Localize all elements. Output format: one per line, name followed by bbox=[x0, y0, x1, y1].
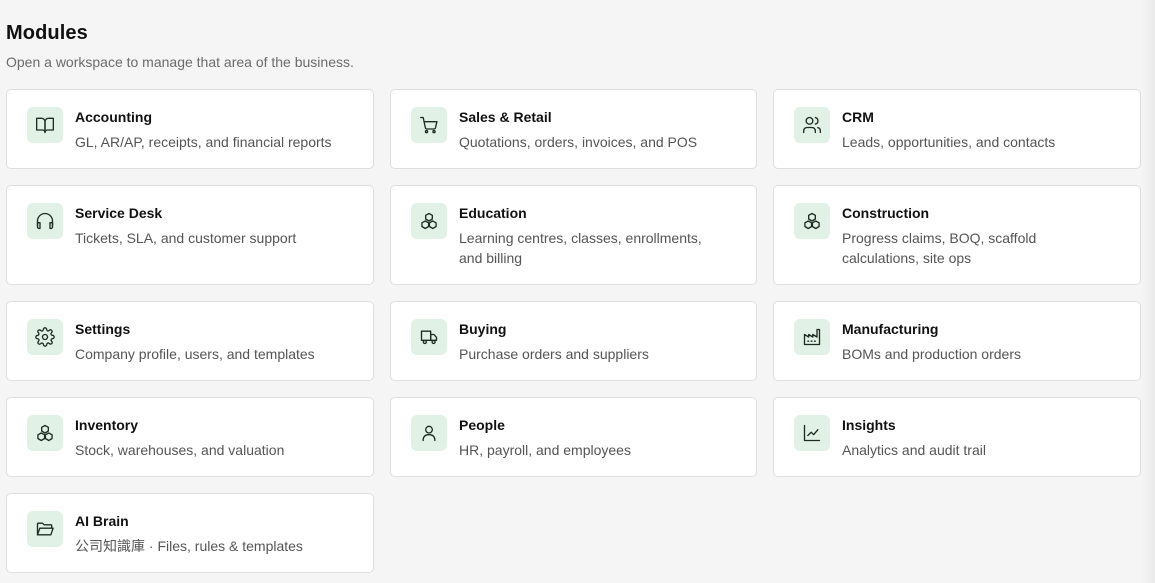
headphones-icon bbox=[27, 203, 63, 239]
module-card-crm[interactable]: CRM Leads, opportunities, and contacts bbox=[773, 89, 1141, 169]
module-description: 公司知識庫 · Files, rules & templates bbox=[75, 538, 303, 554]
folder-open-icon bbox=[27, 511, 63, 547]
module-description: HR, payroll, and employees bbox=[459, 442, 631, 458]
module-card-settings[interactable]: Settings Company profile, users, and tem… bbox=[6, 301, 374, 381]
module-title: Inventory bbox=[75, 417, 139, 433]
module-description: Company profile, users, and templates bbox=[75, 346, 315, 362]
user-icon bbox=[411, 415, 447, 451]
module-card-construction[interactable]: Construction Progress claims, BOQ, scaff… bbox=[773, 185, 1141, 285]
shopping-cart-icon bbox=[411, 107, 447, 143]
module-title: Sales & Retail bbox=[459, 109, 552, 125]
modules-grid: Accounting GL, AR/AP, receipts, and fina… bbox=[6, 89, 1141, 573]
module-title: Construction bbox=[842, 205, 930, 221]
modules-page: Modules Open a workspace to manage that … bbox=[0, 0, 1155, 583]
module-description: Stock, warehouses, and valuation bbox=[75, 442, 285, 458]
module-description: Purchase orders and suppliers bbox=[459, 346, 649, 362]
module-title: Settings bbox=[75, 321, 131, 337]
module-card-sales-retail[interactable]: Sales & Retail Quotations, orders, invoi… bbox=[390, 89, 757, 169]
module-card-accounting[interactable]: Accounting GL, AR/AP, receipts, and fina… bbox=[6, 89, 374, 169]
factory-icon bbox=[794, 319, 830, 355]
scroll-edge-shadow bbox=[1141, 0, 1155, 583]
module-description: Tickets, SLA, and customer support bbox=[75, 230, 297, 246]
line-chart-icon bbox=[794, 415, 830, 451]
module-description: BOMs and production orders bbox=[842, 346, 1021, 362]
page-subtitle: Open a workspace to manage that area of … bbox=[6, 54, 354, 70]
module-title: Accounting bbox=[75, 109, 152, 125]
module-description: Leads, opportunities, and contacts bbox=[842, 134, 1056, 150]
module-card-buying[interactable]: Buying Purchase orders and suppliers bbox=[390, 301, 757, 381]
page-title: Modules bbox=[6, 22, 88, 44]
module-card-insights[interactable]: Insights Analytics and audit trail bbox=[773, 397, 1141, 477]
module-title: Service Desk bbox=[75, 205, 163, 221]
module-title: Education bbox=[459, 205, 527, 221]
truck-icon bbox=[411, 319, 447, 355]
module-description: Learning centres, classes, enrollments, … bbox=[459, 230, 702, 266]
book-open-icon bbox=[27, 107, 63, 143]
module-description: Quotations, orders, invoices, and POS bbox=[459, 134, 698, 150]
module-description: Progress claims, BOQ, scaffold calculati… bbox=[842, 230, 1037, 266]
boxes-icon bbox=[794, 203, 830, 239]
module-card-ai-brain[interactable]: AI Brain 公司知識庫 · Files, rules & template… bbox=[6, 493, 374, 573]
module-card-manufacturing[interactable]: Manufacturing BOMs and production orders bbox=[773, 301, 1141, 381]
module-card-education[interactable]: Education Learning centres, classes, enr… bbox=[390, 185, 757, 285]
module-description: GL, AR/AP, receipts, and financial repor… bbox=[75, 134, 332, 150]
module-title: Buying bbox=[459, 321, 507, 337]
module-card-service-desk[interactable]: Service Desk Tickets, SLA, and customer … bbox=[6, 185, 374, 285]
module-card-inventory[interactable]: Inventory Stock, warehouses, and valuati… bbox=[6, 397, 374, 477]
module-title: CRM bbox=[842, 109, 874, 125]
boxes-icon bbox=[411, 203, 447, 239]
module-description: Analytics and audit trail bbox=[842, 442, 986, 458]
module-card-people[interactable]: People HR, payroll, and employees bbox=[390, 397, 757, 477]
gear-icon bbox=[27, 319, 63, 355]
users-icon bbox=[794, 107, 830, 143]
module-title: People bbox=[459, 417, 505, 433]
module-title: Manufacturing bbox=[842, 321, 939, 337]
module-title: AI Brain bbox=[75, 513, 129, 529]
boxes-icon bbox=[27, 415, 63, 451]
module-title: Insights bbox=[842, 417, 896, 433]
